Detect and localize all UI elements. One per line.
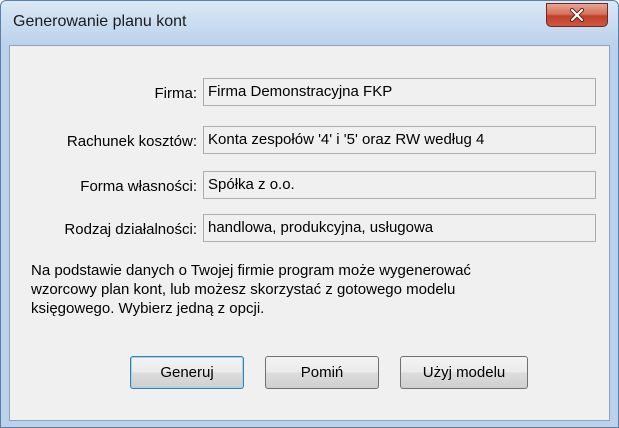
- firma-label: Firma:: [154, 85, 198, 102]
- info-line: Na podstawie danych o Twojej firmie prog…: [31, 262, 471, 279]
- info-message: Na podstawie danych o Twojej firmie prog…: [31, 261, 591, 318]
- window-title: Generowanie planu kont: [13, 13, 187, 30]
- close-icon: [570, 8, 584, 22]
- forma-wlasnosci-field[interactable]: Spółka z o.o.: [203, 171, 596, 199]
- title-bar[interactable]: Generowanie planu kont: [1, 1, 618, 45]
- rachunek-kosztow-field[interactable]: Konta zespołów '4' i '5' oraz RW według …: [203, 126, 596, 154]
- rachunek-kosztow-label: Rachunek kosztów:: [66, 133, 197, 150]
- use-model-button[interactable]: Użyj modelu: [400, 356, 528, 389]
- dialog-window: Generowanie planu kont Firma: Firma Demo…: [0, 0, 619, 428]
- info-line: księgowego. Wybierz jedną z opcji.: [31, 300, 265, 317]
- close-button[interactable]: [546, 3, 608, 27]
- field-row-forma-wlasnosci: Forma własności: Spółka z o.o.: [10, 171, 611, 201]
- info-line: wzorcowy plan kont, lub możesz skorzysta…: [31, 281, 456, 298]
- field-row-rachunek-kosztow: Rachunek kosztów: Konta zespołów '4' i '…: [10, 126, 611, 156]
- skip-button[interactable]: Pomiń: [265, 356, 379, 389]
- generate-button[interactable]: Generuj: [130, 356, 244, 389]
- forma-wlasnosci-label: Forma własności:: [80, 178, 197, 195]
- dialog-content: Firma: Firma Demonstracyjna FKP Rachunek…: [9, 45, 610, 421]
- firma-field[interactable]: Firma Demonstracyjna FKP: [203, 78, 596, 106]
- rodzaj-dzialalnosci-label: Rodzaj działalności:: [64, 221, 197, 238]
- rodzaj-dzialalnosci-field[interactable]: handlowa, produkcyjna, usługowa: [203, 214, 596, 242]
- field-row-rodzaj-dzialalnosci: Rodzaj działalności: handlowa, produkcyj…: [10, 214, 611, 244]
- field-row-firma: Firma: Firma Demonstracyjna FKP: [10, 78, 611, 108]
